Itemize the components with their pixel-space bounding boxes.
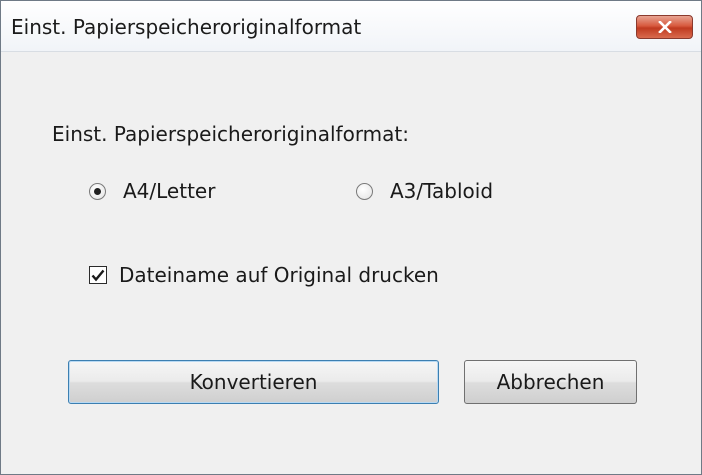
convert-button[interactable]: Konvertieren: [68, 360, 439, 404]
dialog-window: Einst. Papierspeicheroriginalformat Eins…: [0, 0, 702, 475]
dialog-body: Einst. Papierspeicheroriginalformat: A4/…: [1, 52, 701, 474]
radio-a4-letter-label: A4/Letter: [123, 179, 216, 203]
format-group-label: Einst. Papierspeicheroriginalformat:: [52, 122, 410, 146]
close-icon: [657, 21, 672, 33]
window-title: Einst. Papierspeicheroriginalformat: [11, 15, 362, 39]
radio-a4-letter[interactable]: A4/Letter: [89, 179, 215, 203]
radio-a3-tabloid-indicator[interactable]: [356, 182, 373, 200]
radio-a4-letter-indicator[interactable]: [89, 182, 106, 200]
print-filename-label: Dateiname auf Original drucken: [119, 263, 439, 287]
radio-a3-tabloid[interactable]: A3/Tabloid: [356, 179, 493, 203]
checkmark-icon: [91, 269, 105, 281]
radio-a3-tabloid-label: A3/Tabloid: [390, 179, 494, 203]
title-bar[interactable]: Einst. Papierspeicheroriginalformat: [1, 1, 701, 52]
print-filename-checkbox[interactable]: Dateiname auf Original drucken: [89, 263, 439, 287]
close-button[interactable]: [636, 15, 693, 39]
cancel-button[interactable]: Abbrechen: [464, 360, 637, 404]
print-filename-checkbox-box[interactable]: [89, 266, 107, 284]
